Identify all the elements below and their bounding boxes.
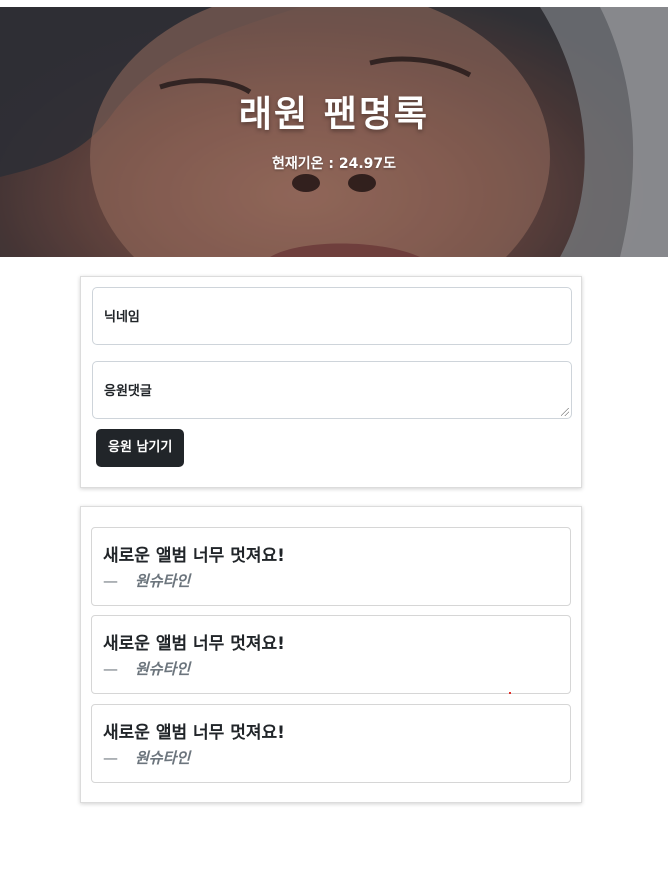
- comment-textarea[interactable]: 응원댓글: [92, 361, 572, 419]
- banner: 래원 팬명록 현재기온 : 24.97도: [0, 7, 668, 257]
- comment-text: 새로운 앨범 너무 멋져요!: [103, 634, 285, 654]
- comment-placeholder: 응원댓글: [104, 384, 152, 399]
- comment-footer: — 원슈타인: [103, 570, 190, 591]
- author-dash: —: [103, 660, 118, 678]
- comment-text: 새로운 앨범 너무 멋져요!: [103, 546, 285, 566]
- submit-cheer-button[interactable]: 응원 남기기: [96, 429, 185, 467]
- comment-form-card: 닉네임 응원댓글 응원 남기기: [80, 276, 582, 488]
- page-title: 래원 팬명록: [238, 94, 430, 135]
- author-dash: —: [103, 749, 118, 767]
- comment-footer: — 원슈타인: [103, 747, 190, 768]
- comment-list-card: 새로운 앨범 너무 멋져요! — 원슈타인 새로운 앨범 너무 멋져요! — 원슈타…: [80, 506, 582, 803]
- comment-author: 원슈타인: [135, 572, 191, 590]
- nickname-placeholder: 닉네임: [104, 310, 140, 325]
- comment-item: 새로운 앨범 너무 멋져요! — 원슈타인: [91, 704, 571, 783]
- comment-item: 새로운 앨범 너무 멋져요! — 원슈타인: [91, 527, 571, 606]
- comment-item: 새로운 앨범 너무 멋져요! — 원슈타인: [91, 615, 571, 694]
- top-strip: [0, 0, 668, 7]
- temperature-text: 현재기온 : 24.97도: [271, 156, 397, 172]
- comment-author: 원슈타인: [135, 660, 191, 678]
- comment-text: 새로운 앨범 너무 멋져요!: [103, 723, 285, 743]
- nickname-input[interactable]: 닉네임: [92, 287, 572, 345]
- comment-footer: — 원슈타인: [103, 658, 190, 679]
- stray-dot: [509, 692, 511, 694]
- banner-content: 래원 팬명록 현재기온 : 24.97도: [0, 85, 668, 173]
- author-dash: —: [103, 572, 118, 590]
- comment-author: 원슈타인: [135, 749, 191, 767]
- resize-grip-icon[interactable]: [561, 408, 569, 416]
